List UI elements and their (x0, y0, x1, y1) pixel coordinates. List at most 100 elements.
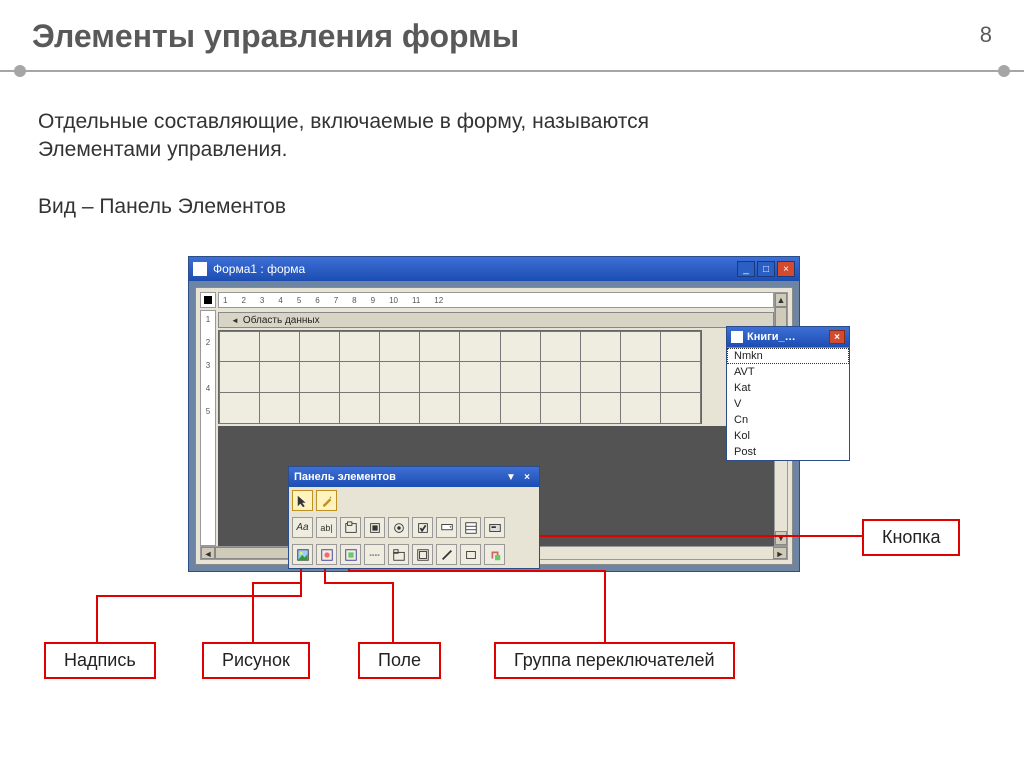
callout-image: Рисунок (202, 642, 310, 679)
grid-cell[interactable] (541, 393, 581, 424)
grid-cell[interactable] (340, 362, 380, 393)
grid-cell[interactable] (420, 331, 460, 362)
grid-cell[interactable] (380, 362, 420, 393)
field-list-item[interactable]: Nmkn (727, 348, 849, 364)
grid-cell[interactable] (661, 362, 701, 393)
tool-textbox[interactable]: ab| (316, 517, 337, 538)
grid-cell[interactable] (300, 331, 340, 362)
paragraph-line: Отдельные составляющие, включаемые в фор… (38, 108, 649, 136)
grid-cell[interactable] (581, 362, 621, 393)
tool-pointer[interactable] (292, 490, 313, 511)
grid-cell[interactable] (460, 362, 500, 393)
tool-page-break[interactable] (364, 544, 385, 565)
field-list-titlebar[interactable]: Книги_… × (727, 327, 849, 347)
tool-unbound-object[interactable] (316, 544, 337, 565)
grid-cell[interactable] (581, 393, 621, 424)
maximize-button[interactable]: □ (757, 261, 775, 277)
tool-command-button[interactable] (484, 517, 505, 538)
callout-option-group: Группа переключателей (494, 642, 735, 679)
divider-dot-right (998, 65, 1010, 77)
tool-checkbox[interactable] (412, 517, 433, 538)
grid-cell[interactable] (340, 393, 380, 424)
grid-cell[interactable] (260, 331, 300, 362)
ruler-tick: 1 (223, 296, 227, 305)
grid-cell[interactable] (260, 393, 300, 424)
toolbox-close-icon[interactable]: × (520, 470, 534, 484)
tool-listbox[interactable] (460, 517, 481, 538)
grid-cell[interactable] (219, 393, 260, 424)
design-grid[interactable] (218, 330, 702, 424)
tool-tab-control[interactable] (388, 544, 409, 565)
paragraph-line: Вид – Панель Элементов (38, 193, 649, 221)
tool-more-controls[interactable] (484, 544, 505, 565)
grid-cell[interactable] (219, 362, 260, 393)
scroll-up-icon[interactable]: ▲ (775, 293, 787, 307)
grid-cell[interactable] (300, 362, 340, 393)
tool-label[interactable]: Aa (292, 517, 313, 538)
grid-cell[interactable] (420, 362, 460, 393)
grid-cell[interactable] (219, 331, 260, 362)
tool-combobox[interactable] (436, 517, 457, 538)
vertical-ruler[interactable]: 1 2 3 4 5 (200, 310, 216, 546)
grid-cell[interactable] (300, 393, 340, 424)
ruler-corner[interactable] (200, 292, 216, 308)
toolbox-dropdown-icon[interactable]: ▼ (504, 470, 518, 484)
ruler-tick: 5 (206, 407, 210, 416)
scroll-right-icon[interactable]: ► (773, 547, 787, 559)
field-list-item[interactable]: Cn (727, 412, 849, 428)
grid-cell[interactable] (541, 331, 581, 362)
grid-cell[interactable] (501, 393, 541, 424)
grid-cell[interactable] (260, 362, 300, 393)
grid-cell[interactable] (501, 362, 541, 393)
tool-toggle-button[interactable] (364, 517, 385, 538)
grid-cell[interactable] (661, 393, 701, 424)
ruler-tick: 2 (206, 338, 210, 347)
connector-line (252, 582, 254, 642)
window-titlebar[interactable]: Форма1 : форма _ □ × (189, 257, 799, 281)
toolbox-titlebar[interactable]: Панель элементов ▼ × (289, 467, 539, 487)
callout-label: Надпись (44, 642, 156, 679)
grid-cell[interactable] (420, 393, 460, 424)
field-list-close-button[interactable]: × (829, 330, 845, 344)
grid-cell[interactable] (460, 331, 500, 362)
ruler-tick: 2 (241, 296, 245, 305)
scroll-down-icon[interactable]: ▼ (775, 531, 787, 545)
tool-bound-object[interactable] (340, 544, 361, 565)
field-list-item[interactable]: Post (727, 444, 849, 460)
tool-option-button[interactable] (388, 517, 409, 538)
grid-cell[interactable] (541, 362, 581, 393)
grid-cell[interactable] (621, 362, 661, 393)
grid-cell[interactable] (501, 331, 541, 362)
divider-dot-left (14, 65, 26, 77)
grid-cell[interactable] (621, 393, 661, 424)
connector-line (324, 582, 394, 584)
connector-line (252, 582, 302, 584)
grid-cell[interactable] (661, 331, 701, 362)
tool-option-group[interactable] (340, 517, 361, 538)
tool-wizard[interactable] (316, 490, 337, 511)
tool-subform[interactable] (412, 544, 433, 565)
grid-cell[interactable] (380, 331, 420, 362)
minimize-button[interactable]: _ (737, 261, 755, 277)
tool-rectangle[interactable] (460, 544, 481, 565)
scroll-left-icon[interactable]: ◄ (201, 547, 215, 559)
field-list-item[interactable]: Kol (727, 428, 849, 444)
grid-cell[interactable] (340, 331, 380, 362)
section-header-bar[interactable]: Область данных (218, 312, 774, 328)
grid-cell[interactable] (380, 393, 420, 424)
tool-line[interactable] (436, 544, 457, 565)
close-button[interactable]: × (777, 261, 795, 277)
field-list-item[interactable]: V (727, 396, 849, 412)
grid-cell[interactable] (581, 331, 621, 362)
field-list-item[interactable]: AVT (727, 364, 849, 380)
toolbox-panel[interactable]: Панель элементов ▼ × Aa ab| (288, 466, 540, 569)
grid-cell[interactable] (621, 331, 661, 362)
page-title: Элементы управления формы (0, 0, 1024, 55)
horizontal-ruler[interactable]: 1 2 3 4 5 6 7 8 9 10 11 12 (218, 292, 774, 308)
field-list-item[interactable]: Kat (727, 380, 849, 396)
field-list-title-label: Книги_… (747, 331, 796, 343)
grid-cell[interactable] (460, 393, 500, 424)
window-title: Форма1 : форма (213, 262, 305, 276)
field-list-panel[interactable]: Книги_… × Nmkn AVT Kat V Cn Kol Post (726, 326, 850, 461)
tool-image[interactable] (292, 544, 313, 565)
